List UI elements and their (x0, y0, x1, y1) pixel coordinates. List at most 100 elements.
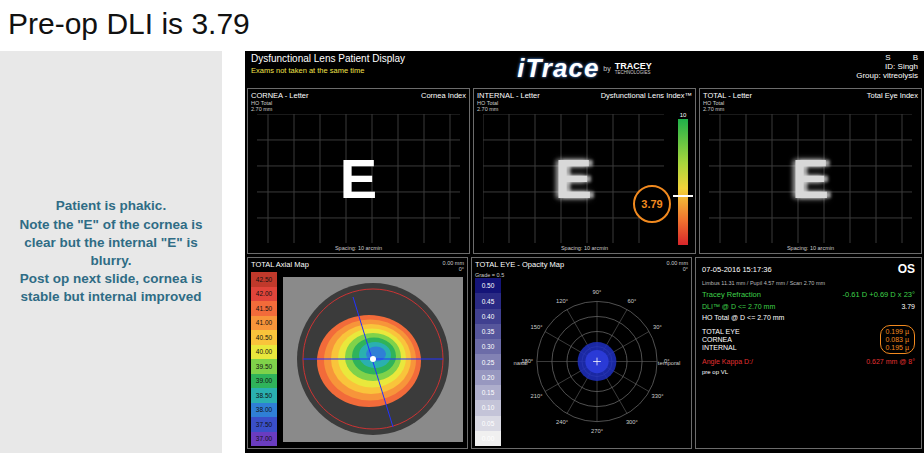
temporal-label: temporal (657, 360, 680, 366)
dli-label: DLI™ @ D <= 2.70 mm (702, 303, 775, 310)
notes-box: Patient is phakic.Note the "E" of the co… (0, 51, 222, 453)
letter-panel: CORNEA - Letter Cornea IndexHO Total2.70 … (247, 88, 470, 254)
ho-row-value: 0.199 µ (886, 328, 910, 335)
ho-row-value: 0.195 µ (886, 344, 910, 351)
letter-panel: INTERNAL - Letter Dysfunctional Lens Inde… (473, 88, 696, 254)
panel-title: CORNEA - Letter (251, 91, 309, 100)
refraction-value: -0.61 D +0.69 D x 23° (843, 290, 915, 299)
panel-subtitle: HO Total (703, 100, 918, 106)
ho-label: HO Total @ D <= 2.70 mm (702, 314, 784, 321)
note-text: Patient is phakic. (56, 197, 166, 215)
scale-cell: 39.50 (251, 359, 277, 374)
spacing-label: Spacing: 10 arcmin (477, 245, 692, 251)
scale-cell: 39.00 (251, 374, 277, 389)
panel-subtitle: 2.70 mm (251, 106, 466, 112)
corner-label: 0° (667, 266, 688, 272)
panel-title: TOTAL EYE - Opacity Map (475, 260, 564, 272)
scale-cell: 38.00 (251, 403, 277, 418)
angle-label: 210° (530, 393, 542, 399)
scale-max: 10 (680, 112, 687, 118)
index-label: Cornea Index (421, 91, 466, 100)
scale-cell: 0.00 (475, 431, 501, 446)
scale-cell: 0.45 (475, 293, 501, 308)
dli-marker (673, 195, 693, 197)
dli-value: 3.79 (901, 303, 915, 310)
angle-label: 150° (530, 324, 542, 330)
scale-cell: 42.00 (251, 287, 277, 302)
scan-info: Limbus 11.31 mm / Pupil 4.57 mm / Scan 2… (702, 280, 825, 286)
note-text: Post op next slide, cornea is stable but… (16, 270, 206, 306)
exam-warning: Exams not taken at the same time (251, 66, 472, 75)
grade-label: Grade = 0.5 (475, 272, 688, 278)
screen-header: Dysfunctional Lens Patient DisplayExams … (247, 53, 922, 85)
scale-cell: 0.20 (475, 370, 501, 385)
info-panel: 07-05-2016 15:17:36OSLimbus 11.31 mm / P… (695, 257, 922, 449)
corner-label: 0.00 mm (443, 260, 464, 266)
patient-info: SBID: SinghGroup: vitreolysis (697, 53, 922, 81)
letter-e: E (555, 146, 592, 211)
angle-label: 240° (556, 419, 568, 425)
kappa-label: Angle Kappa D:/ (702, 358, 753, 365)
scale-cell: 0.15 (475, 385, 501, 400)
panel-title: TOTAL - Letter (703, 91, 752, 100)
letter-e: E (340, 146, 377, 211)
nasal-label: nasal (513, 360, 527, 366)
scale-cell: 0.05 (475, 416, 501, 431)
scale-cell: 41.00 (251, 316, 277, 331)
opacity-scale: 0.500.450.400.350.300.250.200.150.100.05… (475, 278, 501, 446)
ho-row-value: 0.083 µ (886, 336, 910, 343)
scale-cell: 40.50 (251, 330, 277, 345)
spacing-label: Spacing: 10 arcmin (703, 245, 918, 251)
dli-badge: 3.79 (633, 185, 671, 223)
angle-label: 60° (627, 298, 636, 304)
exam-note: pre op VL (702, 369, 728, 375)
letter-grid: E (483, 114, 664, 243)
opacity-map-panel: TOTAL EYE - Opacity Map 0.00 mm0°Grade = … (471, 257, 692, 449)
scale-cell: 41.50 (251, 301, 277, 316)
letter-grid: E (709, 114, 912, 243)
ho-row-label: CORNEA (702, 336, 740, 343)
dli-color-bar (678, 119, 688, 245)
scale-cell: 0.30 (475, 339, 501, 354)
letter-grid: E (257, 114, 460, 243)
note-text: Note the "E" of the cornea is clear but … (16, 216, 206, 271)
axial-map-icon (283, 277, 463, 442)
scale-cell: 0.40 (475, 309, 501, 324)
slide-title: Pre-op DLI is 3.79 (0, 0, 924, 51)
angle-label: 300° (625, 419, 637, 425)
angle-label: 330° (651, 393, 663, 399)
letter-e: E (792, 146, 829, 211)
slide: Pre-op DLI is 3.79Patient is phakic.Note… (0, 0, 924, 453)
letter-panel: TOTAL - LetterTotal Eye IndexHO Total2.7… (699, 88, 922, 254)
polar-grid-icon: 0°30°60°90°120°150°180°210°240°270°300°3… (507, 282, 687, 442)
exam-date: 07-05-2016 15:17:36 (702, 265, 772, 274)
tracey-logo: TRACEYTECHNOLOGIES (615, 62, 652, 76)
itrace-screen: Dysfunctional Lens Patient DisplayExams … (245, 51, 924, 453)
angle-label: 90° (592, 289, 601, 295)
index-label: Dysfunctional Lens Index™ (601, 91, 692, 100)
scale-cell: 0.50 (475, 278, 501, 293)
logo: iTracebyTRACEYTECHNOLOGIES (472, 53, 697, 84)
scale-cell: 42.50 (251, 272, 277, 287)
panel-subtitle: 2.70 mm (477, 106, 692, 112)
angle-label: 30° (653, 324, 662, 330)
scale-cell: 38.50 (251, 388, 277, 403)
kappa-value: 0.627 mm @ 8° (866, 358, 915, 365)
angle-label: 270° (591, 428, 603, 434)
scale-cell: 0.10 (475, 400, 501, 415)
ho-values: 0.199 µ0.083 µ0.195 µ (880, 325, 916, 354)
panel-title: INTERNAL - Letter (477, 91, 540, 100)
itrace-logo: iTrace (517, 53, 599, 84)
scale-cell: 37.00 (251, 432, 277, 447)
panel-subtitle: HO Total (251, 100, 466, 106)
spacing-label: Spacing: 10 arcmin (251, 245, 466, 251)
angle-label: 120° (556, 298, 568, 304)
scale-cell: 40.00 (251, 345, 277, 360)
index-label: Total Eye Index (867, 91, 918, 100)
axial-scale: 42.5042.0041.5041.0040.5040.0039.5039.00… (251, 272, 277, 446)
refraction-label: Tracey Refraction (702, 290, 761, 299)
corner-label: 0° (443, 266, 464, 272)
scale-cell: 0.35 (475, 324, 501, 339)
corner-label: 0.00 mm (667, 260, 688, 266)
scale-cell: 37.50 (251, 417, 277, 432)
